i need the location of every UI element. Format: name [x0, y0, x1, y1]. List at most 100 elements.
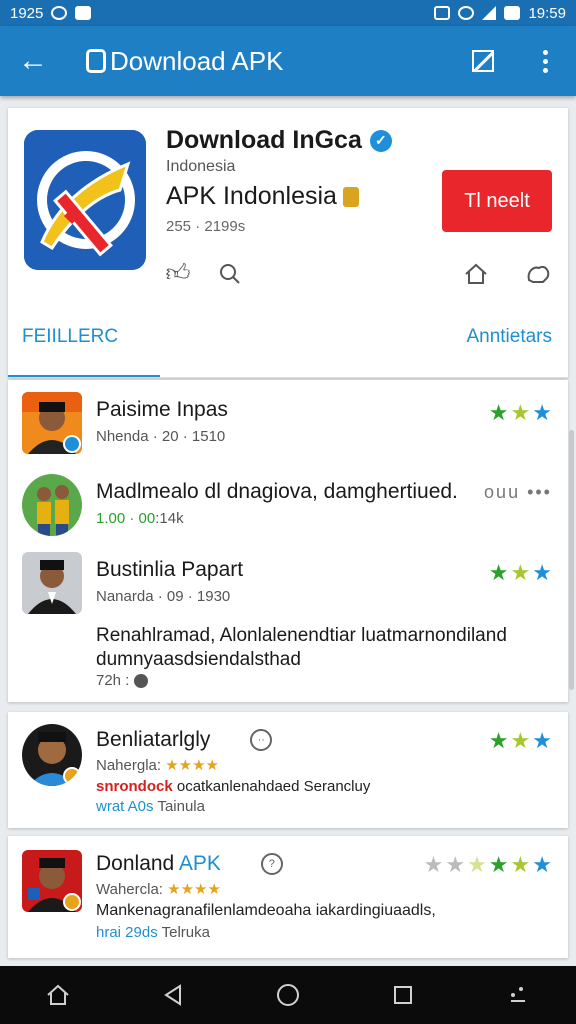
- nav-recents-button[interactable]: [375, 966, 431, 1024]
- circle-icon: [276, 984, 299, 1006]
- star-icon: ★: [510, 728, 531, 753]
- list-item-meta: 1.00 · 00:14k: [96, 510, 184, 527]
- tab-alternatives[interactable]: Anntietars: [466, 326, 552, 348]
- star-icon: ★: [510, 852, 531, 877]
- star-icon: ★: [532, 728, 552, 753]
- nav-extra-button[interactable]: [490, 966, 546, 1024]
- review-title: Donland APK ?: [96, 852, 283, 876]
- list-item[interactable]: Paisime Inpas Nhenda · 20 · 1510 ★ ★ ★: [8, 392, 568, 462]
- nav-overview-button[interactable]: [260, 966, 316, 1024]
- star-icon: ★: [488, 560, 509, 585]
- square-icon: [394, 986, 413, 1004]
- like-button[interactable]: 👍︎: [160, 256, 196, 292]
- rating-stars: ★ ★ ★ ★ ★ ★: [424, 852, 552, 878]
- post-body: Renahlramad, Alonlalenendtiar luatmarnon…: [96, 625, 507, 670]
- app-logo: [24, 130, 146, 270]
- star-icon: ★: [532, 852, 552, 877]
- battery-icon: [504, 6, 521, 20]
- avatar: [22, 724, 82, 786]
- app-header-card: Download InGca ✓ Indonesia APK Indonlesi…: [8, 108, 568, 378]
- post-list-card: Paisime Inpas Nhenda · 20 · 1510 ★ ★ ★ M…: [8, 380, 568, 702]
- apk-icon: [86, 49, 106, 73]
- badge-icon: [342, 186, 359, 207]
- back-button[interactable]: ←: [0, 26, 66, 96]
- info-icon: ··: [250, 729, 273, 752]
- tab-features[interactable]: FEIILLERC: [22, 326, 118, 348]
- review-footer: wrat A0s Tainula: [96, 798, 205, 815]
- arrow-left-icon: ←: [18, 44, 48, 77]
- review-card[interactable]: Donland APK ? Wahercla: ★★★★ Mankenagran…: [8, 836, 568, 958]
- app-name: Download InGca ✓: [166, 126, 392, 155]
- clock-icon: [133, 674, 148, 689]
- nav-home-button[interactable]: [30, 966, 86, 1024]
- list-item[interactable]: Bustinlia Papart Nanarda · 09 · 1930 ★ ★…: [8, 552, 568, 622]
- star-icon: ★: [467, 852, 487, 877]
- install-button[interactable]: Tl neelt: [442, 170, 552, 232]
- app-name-secondary: APK Indonlesia: [166, 182, 359, 211]
- share-button[interactable]: [520, 256, 556, 292]
- star-icon: ★: [488, 728, 509, 753]
- star-icon: ★: [423, 852, 444, 877]
- app-subtitle: Indonesia: [166, 158, 236, 175]
- thumbs-up-icon: 👍︎: [165, 260, 191, 287]
- app-bar: ← Download APK: [0, 26, 576, 96]
- status-bar: 1925 19:59: [0, 0, 576, 26]
- review-body: snrondock ocatkanlenahdaed Serancluy: [96, 778, 371, 795]
- edit-icon: [472, 50, 494, 72]
- system-nav-bar: [0, 966, 576, 1024]
- app-bar-title-text: Download APK: [110, 45, 284, 76]
- notification-icon: [75, 6, 92, 20]
- star-icon: ★: [445, 852, 466, 877]
- wifi-icon: [458, 6, 475, 20]
- list-item-title: Paisime Inpas: [96, 398, 228, 421]
- avatar: [22, 474, 82, 536]
- star-icon: ★: [532, 560, 552, 585]
- rating-stars: ★★★★: [167, 881, 221, 898]
- avatar: [22, 850, 82, 912]
- star-icon: ★: [532, 400, 552, 425]
- star-icon: ★: [488, 852, 509, 877]
- more-options-button[interactable]: ouu •••: [484, 482, 552, 503]
- review-rating: Wahercla: ★★★★: [96, 881, 221, 898]
- nav-back-button[interactable]: [145, 966, 201, 1024]
- rating-stars: ★ ★ ★: [489, 560, 552, 586]
- star-icon: ★: [510, 400, 531, 425]
- scrollbar[interactable]: [569, 430, 574, 690]
- post-time: 72h :: [96, 672, 148, 689]
- rating-stars: ★ ★ ★: [489, 728, 552, 754]
- more-vert-icon: [542, 49, 548, 73]
- edit-button[interactable]: [452, 26, 514, 96]
- home-icon: [46, 984, 69, 1005]
- back-triangle-icon: [163, 984, 181, 1006]
- overflow-menu-button[interactable]: [514, 26, 576, 96]
- app-meta: 255 · 2199s: [166, 218, 246, 235]
- share-icon: [527, 266, 550, 283]
- clock-icon: [51, 6, 68, 20]
- star-icon: ★: [510, 560, 531, 585]
- review-card[interactable]: Benliatarlgly ·· Nahergla: ★★★★ snrondoc…: [8, 712, 568, 828]
- search-icon: [220, 264, 240, 284]
- search-button[interactable]: [212, 256, 248, 292]
- vibrate-icon: [434, 6, 451, 20]
- list-item-meta: Nhenda · 20 · 1510: [96, 428, 226, 445]
- info-icon: ?: [260, 853, 283, 876]
- list-item-title: Bustinlia Papart: [96, 558, 244, 581]
- signal-icon: [482, 6, 497, 20]
- star-icon: ★: [488, 400, 509, 425]
- list-item-title: Madlmealo dl dnagiova, damghertiued.: [96, 480, 458, 503]
- review-footer: hrai 29ds Telruka: [96, 924, 210, 941]
- avatar: [22, 552, 82, 614]
- divider: [8, 377, 568, 378]
- home-button[interactable]: [458, 256, 494, 292]
- review-body: Mankenagranafilenlamdeoaha iakardingiuaa…: [96, 902, 436, 919]
- home-icon: [465, 263, 487, 284]
- review-title: Benliatarlgly ··: [96, 728, 273, 752]
- rating-stars: ★ ★ ★: [489, 400, 552, 426]
- dots-icon: [511, 987, 526, 1002]
- verified-icon: ✓: [369, 129, 392, 152]
- review-rating: Nahergla: ★★★★: [96, 757, 220, 774]
- list-item[interactable]: Madlmealo dl dnagiova, damghertiued. 1.0…: [8, 474, 568, 544]
- rating-stars: ★★★★: [165, 757, 220, 774]
- list-item-meta: Nanarda · 09 · 1930: [96, 588, 231, 605]
- avatar: [22, 392, 82, 454]
